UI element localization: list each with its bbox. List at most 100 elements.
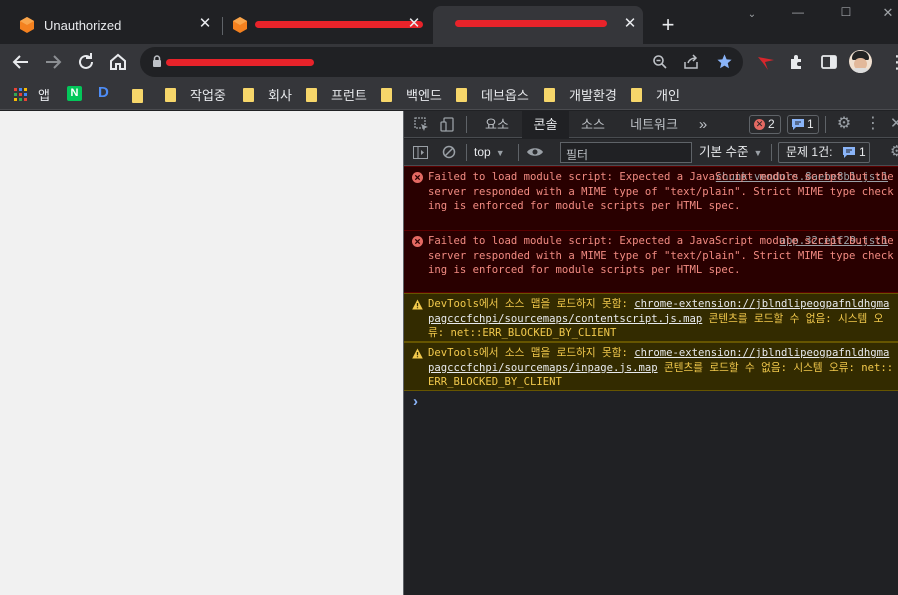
naver-icon[interactable]: N <box>67 86 82 101</box>
info-count: 1 <box>807 117 814 131</box>
context-selector[interactable]: top ▼ <box>474 143 510 162</box>
clear-console-icon[interactable] <box>442 145 456 159</box>
bookmarks-bar: 앱 N D 작업중 회사 프런트 백엔드 데브옵스 개발환경 개인 <box>0 80 898 110</box>
device-toolbar-icon[interactable] <box>440 117 455 132</box>
bookmark-folder-personal[interactable]: 개인 <box>631 85 680 105</box>
bookmark-label: 프런트 <box>331 88 367 103</box>
log-level-selector[interactable]: 기본 수준 ▼ <box>699 143 767 162</box>
home-button[interactable] <box>106 50 130 74</box>
console-message-error: app.32ce1f29.js:1 Failed to load module … <box>404 230 898 293</box>
warning-prefix: DevTools에서 소스 맵을 로드하지 못함: <box>428 298 635 310</box>
bookmark-folder-backend[interactable]: 백엔드 <box>381 85 442 105</box>
side-panel-icon[interactable] <box>820 53 838 71</box>
tab-elements[interactable]: 요소 <box>477 111 517 138</box>
extension-bird-icon[interactable] <box>756 53 776 71</box>
bookmark-label: 작업중 <box>190 88 226 103</box>
d-logo-icon[interactable]: D <box>98 84 114 102</box>
bookmark-folder-devenv[interactable]: 개발환경 <box>544 85 617 105</box>
folder-icon <box>456 88 467 102</box>
issues-count: 1 <box>859 145 866 159</box>
devtools-panel: 요소 콘솔 소스 네트워크 » ✕ 2 1 ⚙ ⋮ ✕ top ▼ 필터 기본 수… <box>403 111 898 595</box>
console-message-warning: DevTools에서 소스 맵을 로드하지 못함: chrome-extensi… <box>404 293 898 342</box>
browser-toolbar: ⋮ <box>0 44 898 80</box>
maximize-button[interactable]: ☐ <box>834 5 858 21</box>
caret-down-icon: ▼ <box>753 148 763 158</box>
message-text: Failed to load module script: Expected a… <box>428 235 894 276</box>
minimize-button[interactable]: — <box>786 5 810 21</box>
window-chevron-icon[interactable]: ⌄ <box>740 7 764 23</box>
bookmark-apps[interactable]: 앱 <box>14 85 50 105</box>
toolbar-divider <box>518 144 519 161</box>
new-tab-button[interactable]: + <box>658 13 678 37</box>
tab-sources[interactable]: 소스 <box>574 111 612 138</box>
settings-gear-icon[interactable]: ⚙ <box>835 115 853 133</box>
warning-triangle-icon <box>412 348 423 359</box>
address-bar[interactable] <box>140 47 743 77</box>
orange-cube-icon <box>20 17 34 33</box>
issues-label: 문제 1건: <box>786 145 833 159</box>
menu-kebab-icon[interactable]: ⋮ <box>888 52 898 72</box>
console-input[interactable] <box>428 393 893 411</box>
message-text: Failed to load module script: Expected a… <box>428 171 894 212</box>
tab-console[interactable]: 콘솔 <box>522 111 569 138</box>
folder-icon[interactable] <box>132 89 143 103</box>
bookmark-label: 개인 <box>656 88 680 103</box>
zoom-icon[interactable] <box>652 54 668 70</box>
close-window-button[interactable]: ✕ <box>878 5 898 21</box>
page-viewport <box>0 111 403 595</box>
more-tabs-button[interactable]: » <box>693 111 713 138</box>
devtools-menu-icon[interactable]: ⋮ <box>865 115 881 133</box>
back-button[interactable] <box>9 50 33 74</box>
bookmark-folder-company[interactable]: 회사 <box>243 85 292 105</box>
error-circle-icon <box>412 172 423 183</box>
tab-network[interactable]: 네트워크 <box>623 111 685 138</box>
close-devtools-icon[interactable]: ✕ <box>890 115 898 133</box>
home-icon <box>110 53 126 70</box>
tab-active-redacted[interactable]: ✕ <box>433 6 643 44</box>
message-text: DevTools에서 소스 맵을 로드하지 못함: chrome-extensi… <box>428 346 894 390</box>
devtools-tab-bar: 요소 콘솔 소스 네트워크 » ✕ 2 1 ⚙ ⋮ ✕ <box>404 111 898 138</box>
caret-down-icon: ▼ <box>495 148 505 158</box>
error-circle-icon <box>412 236 423 247</box>
puzzle-icon[interactable] <box>788 53 806 71</box>
folder-icon <box>631 88 642 102</box>
bookmark-folder-devops[interactable]: 데브옵스 <box>456 85 529 105</box>
issues-button[interactable]: 문제 1건: 1 <box>778 142 870 163</box>
close-tab-icon[interactable]: ✕ <box>405 15 423 33</box>
warning-prefix: DevTools에서 소스 맵을 로드하지 못함: <box>428 347 635 359</box>
filter-input[interactable]: 필터 <box>560 142 692 163</box>
reload-button[interactable] <box>74 50 98 74</box>
eye-icon[interactable] <box>526 146 544 158</box>
toolbar-divider <box>771 144 772 161</box>
bookmark-folder-working[interactable]: 작업중 <box>165 85 226 105</box>
bookmark-star-icon[interactable] <box>716 53 733 70</box>
folder-icon <box>306 88 317 102</box>
arrow-left-icon <box>12 55 28 69</box>
close-tab-icon[interactable]: ✕ <box>621 15 639 33</box>
info-count-badge[interactable]: 1 <box>787 115 819 134</box>
tab-redacted-1[interactable]: ✕ <box>222 6 432 44</box>
forward-button[interactable] <box>41 50 65 74</box>
share-icon[interactable] <box>683 54 699 70</box>
console-settings-gear-icon[interactable]: ⚙ <box>890 143 898 161</box>
close-tab-icon[interactable]: ✕ <box>196 15 214 33</box>
toolbar-divider <box>825 116 826 133</box>
console-toolbar: top ▼ 필터 기본 수준 ▼ 문제 1건: 1 ⚙ <box>404 139 898 166</box>
bookmark-label: 백엔드 <box>406 88 442 103</box>
error-count-badge[interactable]: ✕ 2 <box>749 115 781 134</box>
context-label: top <box>474 145 491 159</box>
tab-title: Unauthorized <box>44 18 122 33</box>
redaction-mark <box>255 21 423 28</box>
sidebar-toggle-icon[interactable] <box>413 146 428 159</box>
inspect-element-icon[interactable] <box>414 117 429 132</box>
bookmark-apps-label: 앱 <box>38 88 50 103</box>
warning-triangle-icon <box>412 299 423 310</box>
tab-unauthorized[interactable]: Unauthorized ✕ <box>0 6 222 44</box>
error-count: 2 <box>768 117 775 131</box>
message-text: DevTools에서 소스 맵을 로드하지 못함: chrome-extensi… <box>428 297 894 341</box>
folder-icon <box>381 88 392 102</box>
error-icon: ✕ <box>754 119 765 130</box>
avatar[interactable] <box>849 50 872 73</box>
filter-placeholder: 필터 <box>566 148 589 162</box>
bookmark-folder-frontend[interactable]: 프런트 <box>306 85 367 105</box>
